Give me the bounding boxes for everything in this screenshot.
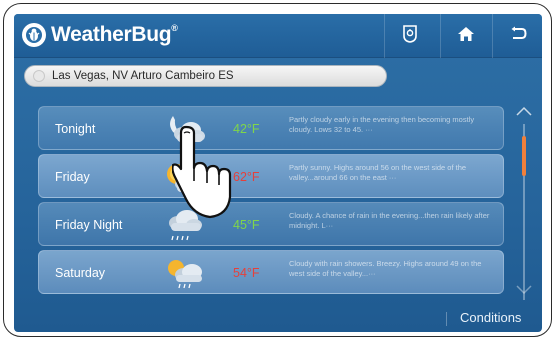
forecast-temperature: 42°F [233, 122, 260, 136]
forecast-temperature: 45°F [233, 218, 260, 232]
bug-logo-icon [22, 23, 46, 47]
alerts-icon [401, 24, 419, 49]
forecast-description: Partly sunny. Highs around 56 on the wes… [289, 163, 467, 182]
back-button[interactable] [492, 14, 542, 58]
forecast-period: Tonight [55, 122, 96, 136]
forecast-row-saturday[interactable]: Saturday 54°F Cloudy with rain showers. … [38, 250, 504, 294]
device-frame: WeatherBug® Las Vegas, NV Arturo Cambeir… [3, 3, 552, 337]
weatherbug-logo: WeatherBug® [22, 23, 178, 47]
bottom-divider [446, 312, 447, 326]
tap-hand-icon [171, 123, 234, 223]
home-button[interactable] [440, 14, 490, 58]
forecast-description: Partly cloudy early in the evening then … [289, 115, 475, 134]
brand-name: WeatherBug® [51, 23, 178, 46]
forecast-period: Friday [55, 170, 90, 184]
back-icon [509, 26, 527, 47]
forecast-description: Cloudy. A chance of rain in the evening.… [289, 211, 490, 230]
scroll-thumb[interactable] [522, 136, 526, 176]
search-icon [33, 70, 45, 82]
forecast-row-friday[interactable]: Friday 62°F Partly sunny. Highs around 5… [38, 154, 504, 198]
forecast-description: Cloudy with rain showers. Breezy. Highs … [289, 259, 482, 278]
forecast-period: Saturday [55, 266, 106, 280]
forecast-period: Friday Night [55, 218, 123, 232]
app-screen: WeatherBug® Las Vegas, NV Arturo Cambeir… [14, 14, 542, 332]
home-icon [457, 26, 475, 47]
alerts-button[interactable] [384, 14, 434, 58]
scroll-up-button[interactable] [513, 104, 535, 118]
scroll-down-button[interactable] [513, 282, 535, 296]
location-search-field[interactable]: Las Vegas, NV Arturo Cambeiro ES [24, 65, 387, 87]
top-bar: WeatherBug® [14, 14, 542, 58]
sun-rain-icon [161, 254, 207, 292]
forecast-row-tonight[interactable]: Tonight 42°F Partly cloudy early in the … [38, 106, 504, 150]
location-value: Las Vegas, NV Arturo Cambeiro ES [52, 70, 234, 82]
forecast-temperature: 54°F [233, 266, 260, 280]
conditions-button[interactable]: Conditions [460, 310, 521, 325]
forecast-temperature: 62°F [233, 170, 260, 184]
forecast-row-friday-night[interactable]: Friday Night 45°F Cloudy. A chance of ra… [38, 202, 504, 246]
